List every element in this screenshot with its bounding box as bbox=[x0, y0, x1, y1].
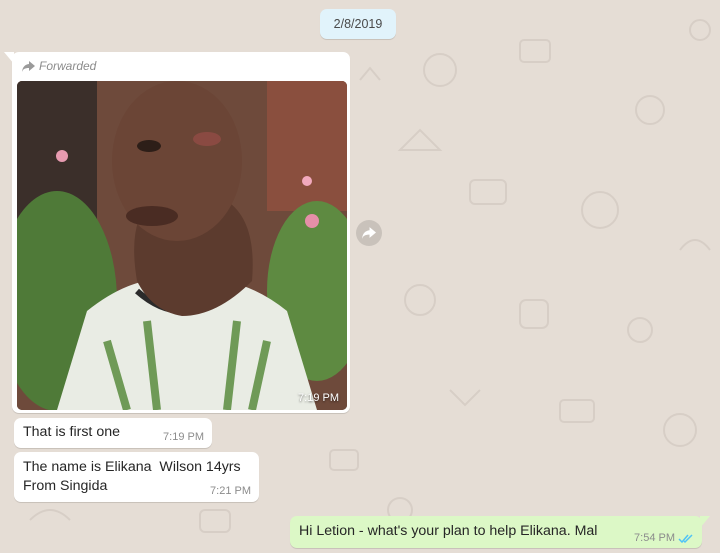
photo-timestamp: 7:19 PM bbox=[298, 392, 339, 404]
message-timestamp: 7:54 PM bbox=[634, 532, 694, 544]
bubble-tail bbox=[700, 516, 710, 528]
forwarded-label: Forwarded bbox=[39, 59, 97, 73]
message-text-line: The name is Elikana Wilson 14yrs bbox=[23, 459, 241, 475]
forwarded-icon bbox=[22, 60, 35, 72]
photo-illustration bbox=[17, 81, 347, 410]
forward-icon bbox=[362, 227, 376, 239]
outgoing-message[interactable]: Hi Letion - what's your plan to help Eli… bbox=[290, 516, 710, 548]
image-message-bubble[interactable]: Forwarded 7:19 PM bbox=[4, 52, 350, 413]
message-text: That is first one bbox=[23, 424, 120, 440]
date-chip: 2/8/2019 bbox=[320, 9, 396, 39]
message-text-line: From Singida bbox=[23, 478, 108, 494]
forwarded-indicator: Forwarded bbox=[22, 59, 96, 73]
message-timestamp: 7:19 PM bbox=[163, 431, 204, 443]
forward-message-button[interactable] bbox=[356, 220, 382, 246]
bubble-tail bbox=[4, 52, 14, 64]
message-time: 7:54 PM bbox=[634, 532, 675, 544]
message-photo[interactable]: 7:19 PM bbox=[17, 81, 347, 410]
message-text: Hi Letion - what's your plan to help Eli… bbox=[299, 523, 598, 539]
message-text: The name is Elikana Wilson 14yrs From Si… bbox=[23, 458, 241, 496]
message-timestamp: 7:21 PM bbox=[210, 485, 251, 497]
incoming-message[interactable]: That is first one 7:19 PM bbox=[14, 418, 212, 448]
double-check-read-icon bbox=[678, 533, 693, 543]
incoming-message[interactable]: The name is Elikana Wilson 14yrs From Si… bbox=[14, 452, 259, 502]
